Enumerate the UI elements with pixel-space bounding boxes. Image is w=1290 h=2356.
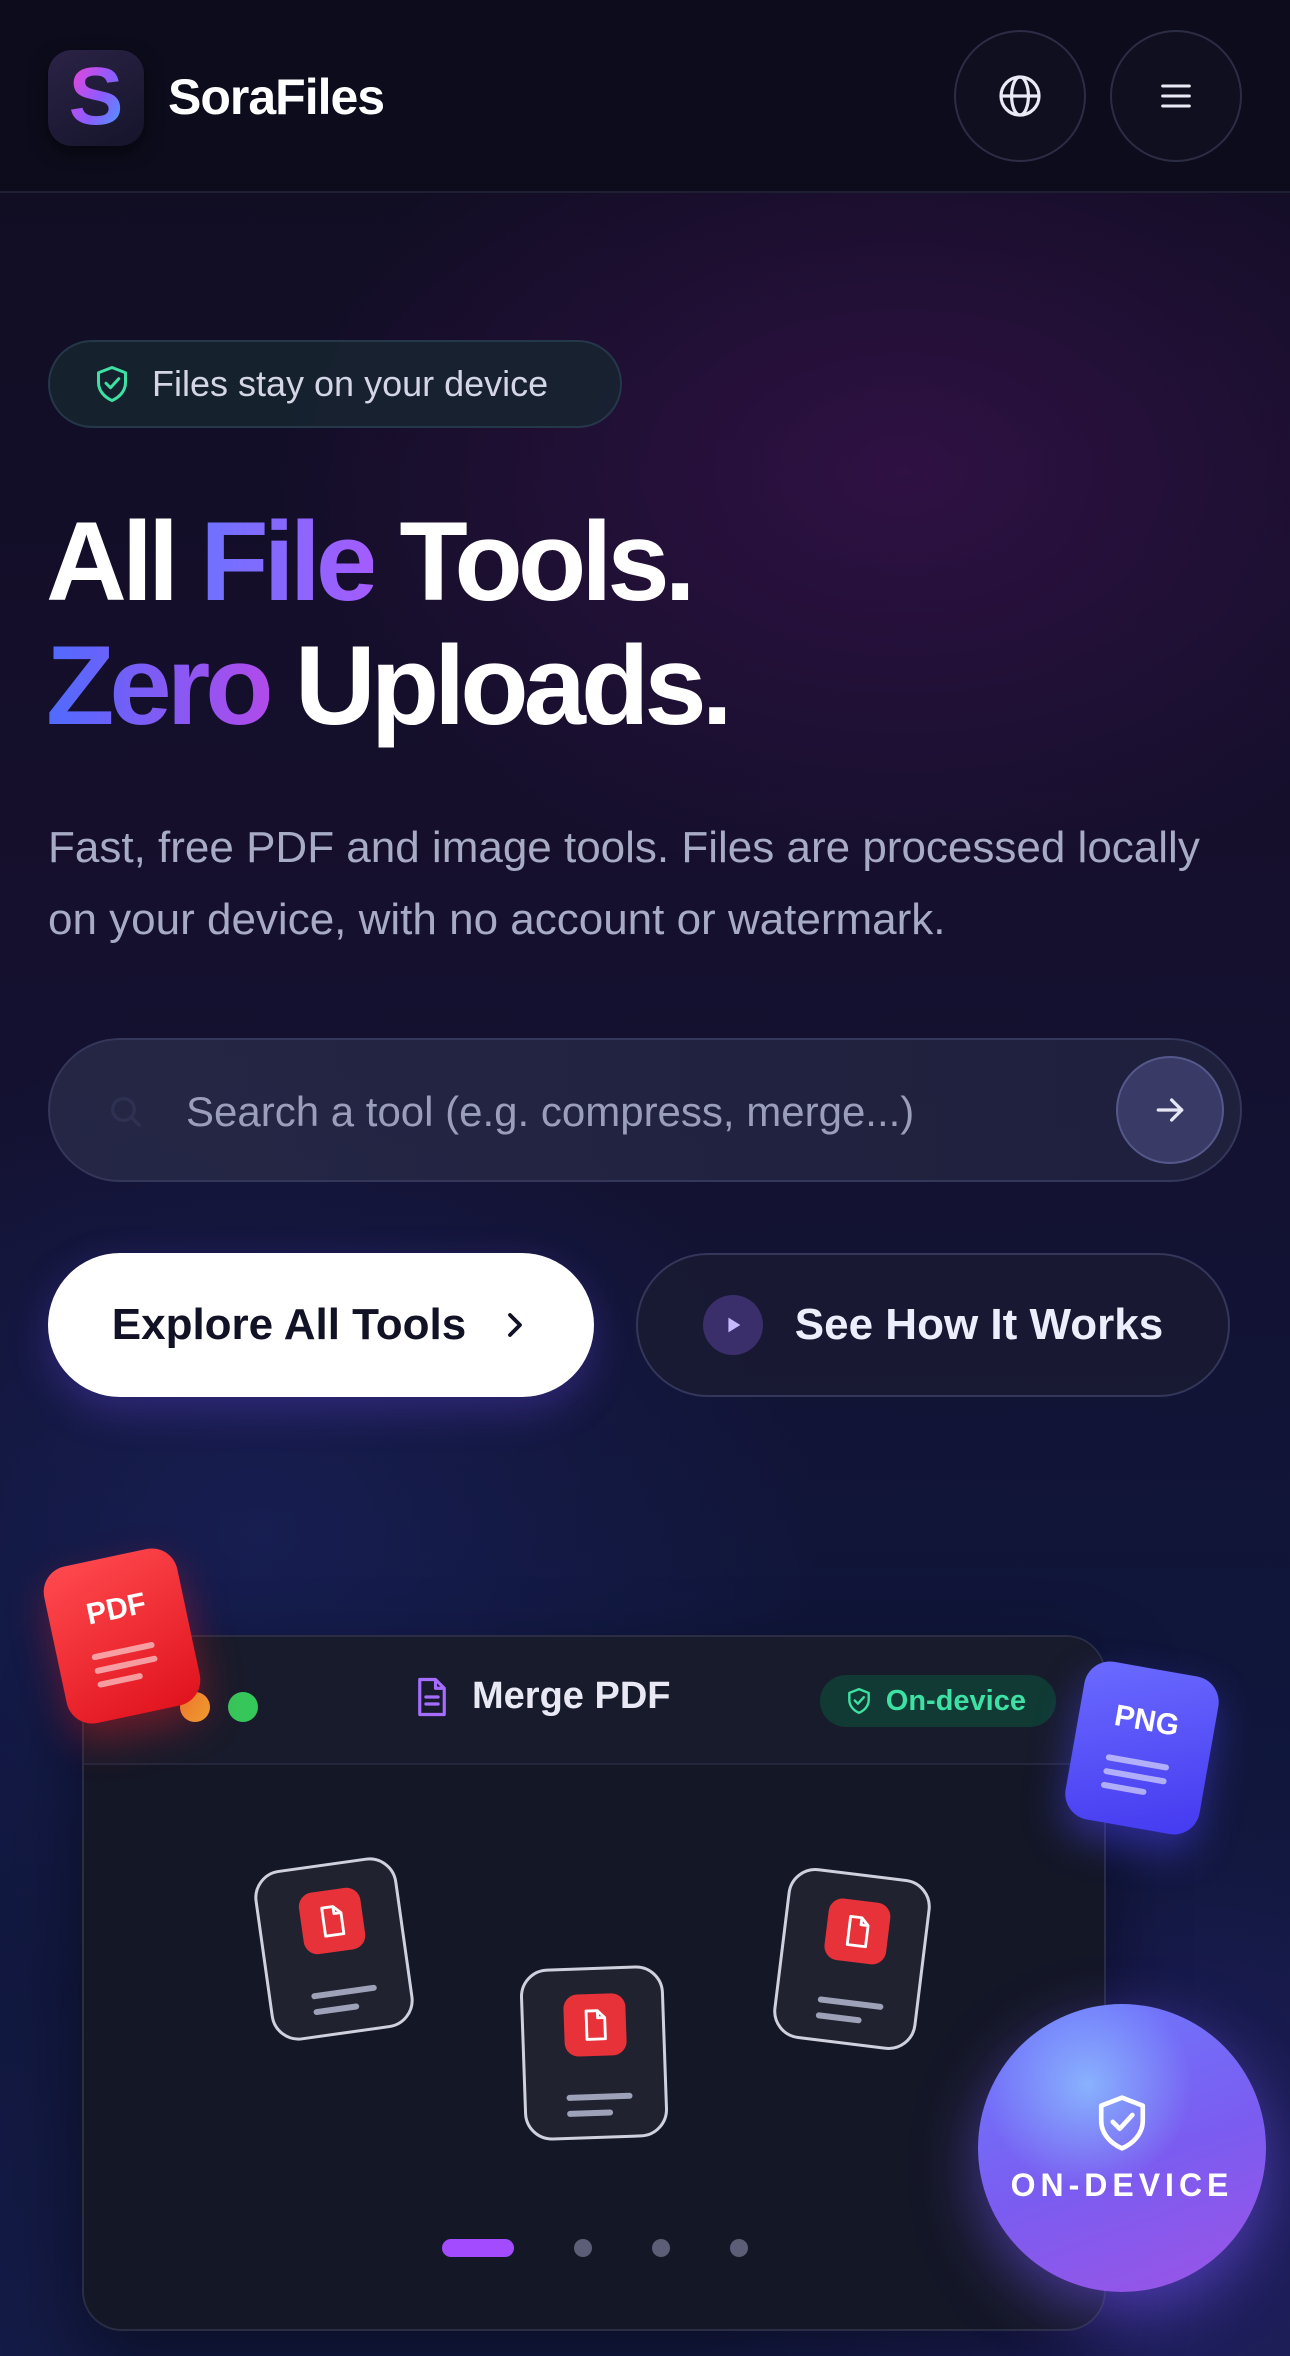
search-input[interactable] (186, 1080, 1066, 1144)
headline-word-uploads: Uploads. (294, 623, 733, 748)
shield-check-icon (846, 1687, 872, 1715)
svg-text:S: S (69, 60, 124, 136)
tool-search-bar[interactable] (48, 1038, 1242, 1182)
hero-subtitle: Fast, free PDF and image tools. Files ar… (48, 823, 1200, 944)
privacy-badge: Files stay on your device (48, 340, 622, 428)
logo-s-icon: S (69, 60, 124, 136)
pdf-file-icon (822, 1896, 892, 1966)
see-how-it-works-label: See How It Works (794, 1300, 1164, 1349)
headline-word-file: File (200, 499, 378, 624)
play-icon (702, 1295, 763, 1355)
search-submit-button[interactable] (1116, 1056, 1224, 1164)
preview-title-text: Merge PDF (472, 1675, 671, 1717)
merge-pdf-preview-card: Merge PDF On-device (82, 1635, 1106, 2331)
hamburger-menu-icon (1161, 84, 1191, 108)
badge-text: Files stay on your device (152, 363, 549, 404)
headline-word-tools: Tools. (399, 499, 695, 624)
pagination-dot[interactable] (730, 2239, 748, 2257)
pdf-file-icon (297, 1885, 368, 1957)
headline-line-2: Zero Uploads. (46, 623, 733, 748)
search-icon (90, 1076, 162, 1148)
globe-icon (999, 75, 1041, 117)
hero-headline: All File Tools. Zero Uploads. (46, 500, 733, 748)
on-device-status-badge: On-device (819, 1675, 1056, 1727)
window-dot-green (228, 1692, 258, 1722)
explore-all-tools-button[interactable]: Explore All Tools (48, 1253, 594, 1397)
pagination-dot[interactable] (574, 2239, 592, 2257)
png-chip-label: PNG (1111, 1699, 1182, 1743)
brand-name: SoraFiles (168, 69, 385, 125)
language-button[interactable] (954, 30, 1086, 162)
on-device-status-text: On-device (885, 1684, 1026, 1717)
menu-button[interactable] (1110, 30, 1242, 162)
pdf-file-icon (562, 1992, 628, 2058)
on-device-orb: ON-DEVICE (978, 2004, 1266, 2292)
shield-check-icon (97, 366, 127, 402)
on-device-orb-label: ON-DEVICE (1010, 2166, 1234, 2203)
headline-line-1: All File Tools. (46, 500, 728, 624)
floating-png-file-icon: PNG (1061, 1657, 1223, 1839)
pdf-file-tile[interactable] (519, 1964, 669, 2142)
preview-card-title: Merge PDF (414, 1675, 670, 1718)
pagination-dot[interactable] (652, 2239, 670, 2257)
pdf-file-tile[interactable] (770, 1864, 934, 2054)
see-how-it-works-button[interactable]: See How It Works (636, 1253, 1230, 1397)
arrow-right-icon (1156, 1098, 1184, 1122)
document-icon (414, 1676, 450, 1718)
app-logo[interactable]: S (48, 50, 144, 146)
headline-word-all: All (46, 499, 179, 624)
headline-word-zero: Zero (46, 623, 274, 748)
preview-card-header: Merge PDF On-device (84, 1637, 1104, 1765)
shield-check-icon (1098, 2094, 1146, 2151)
explore-all-tools-label: Explore All Tools (111, 1300, 467, 1349)
pdf-chip-label: PDF (83, 1586, 150, 1632)
pdf-file-tile[interactable] (250, 1853, 418, 2045)
carousel-pagination (442, 2239, 748, 2257)
top-header: S SoraFiles (0, 0, 1290, 193)
chevron-right-icon (500, 1310, 530, 1340)
pagination-dot-active[interactable] (442, 2239, 514, 2257)
